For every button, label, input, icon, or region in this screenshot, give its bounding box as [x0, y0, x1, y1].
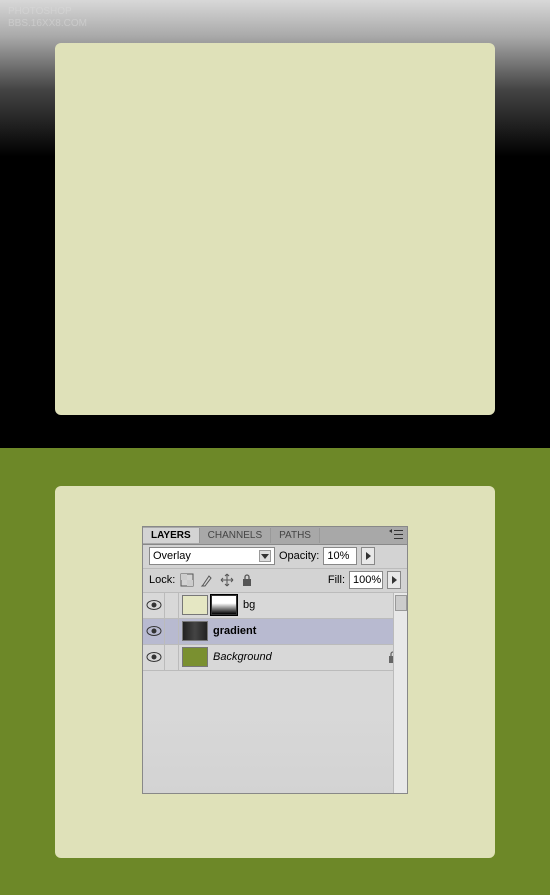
- layer-name-label[interactable]: gradient: [211, 625, 407, 637]
- lock-all-icon[interactable]: [239, 572, 255, 588]
- panel-tabs: LAYERS CHANNELS PATHS: [143, 527, 407, 545]
- layer-thumbnail[interactable]: [182, 647, 208, 667]
- layer-name-label[interactable]: Background: [211, 651, 387, 663]
- fill-flyout-button[interactable]: [387, 571, 401, 589]
- visibility-toggle[interactable]: [143, 618, 165, 644]
- layer-row[interactable]: Background: [143, 645, 407, 671]
- canvas-preview-top: [55, 43, 495, 415]
- layer-row[interactable]: gradient: [143, 619, 407, 645]
- layers-list: bg gradient: [143, 593, 407, 671]
- tab-channels[interactable]: CHANNELS: [200, 528, 271, 543]
- visibility-toggle[interactable]: [143, 644, 165, 670]
- lock-label: Lock:: [149, 574, 175, 586]
- lock-row: Lock: Fill:: [143, 569, 407, 593]
- opacity-flyout-button[interactable]: [361, 547, 375, 565]
- blend-mode-select[interactable]: Overlay: [149, 547, 275, 565]
- lock-transparency-icon[interactable]: [179, 572, 195, 588]
- link-col: [165, 618, 179, 644]
- layer-row[interactable]: bg: [143, 593, 407, 619]
- scrollbar-thumb[interactable]: [395, 595, 407, 611]
- layer-name-label[interactable]: bg: [241, 599, 407, 611]
- link-col: [165, 592, 179, 618]
- layers-list-container: bg gradient: [143, 593, 407, 793]
- lock-position-icon[interactable]: [219, 572, 235, 588]
- fill-value: 100%: [353, 574, 381, 586]
- watermark-text: PHOTOSHOPBBS.16XX8.COM: [8, 6, 87, 30]
- chevron-down-icon: [259, 550, 271, 562]
- lock-icons-group: [179, 572, 255, 588]
- fill-input[interactable]: 100%: [349, 571, 383, 589]
- visibility-toggle[interactable]: [143, 592, 165, 618]
- layer-thumbnail[interactable]: [182, 595, 208, 615]
- tab-layers[interactable]: LAYERS: [143, 528, 200, 543]
- opacity-value: 10%: [327, 550, 349, 562]
- tab-paths[interactable]: PATHS: [271, 528, 320, 543]
- opacity-label: Opacity:: [279, 550, 319, 562]
- bottom-preview-area: LAYERS CHANNELS PATHS Overlay Opacity: 1…: [0, 448, 550, 895]
- canvas-preview-bottom: LAYERS CHANNELS PATHS Overlay Opacity: 1…: [55, 486, 495, 858]
- top-preview-area: PHOTOSHOPBBS.16XX8.COM: [0, 0, 550, 448]
- fill-label: Fill:: [328, 574, 345, 586]
- scrollbar[interactable]: [393, 593, 407, 793]
- panel-menu-icon[interactable]: [389, 529, 403, 541]
- layer-mask-thumbnail[interactable]: [211, 595, 237, 615]
- opacity-input[interactable]: 10%: [323, 547, 357, 565]
- blend-mode-row: Overlay Opacity: 10%: [143, 545, 407, 569]
- lock-pixels-icon[interactable]: [199, 572, 215, 588]
- blend-mode-value: Overlay: [153, 550, 191, 562]
- layers-panel: LAYERS CHANNELS PATHS Overlay Opacity: 1…: [142, 526, 408, 794]
- link-col: [165, 644, 179, 670]
- layer-thumbnail[interactable]: [182, 621, 208, 641]
